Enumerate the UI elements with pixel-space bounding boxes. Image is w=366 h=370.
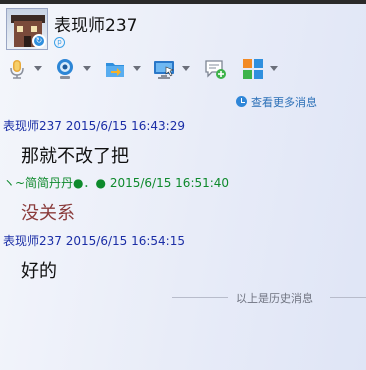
contact-name[interactable]: 表现师237 <box>54 11 137 36</box>
message-header: 表现师237 2015/6/15 16:54:15 <box>3 232 185 249</box>
message-timestamp: 2015/6/15 16:51:40 <box>109 176 230 190</box>
view-more-messages-link[interactable]: 查看更多消息 <box>236 94 317 110</box>
start-group-chat-button[interactable] <box>204 56 230 84</box>
message-sender[interactable]: 表现师237 <box>3 234 62 248</box>
send-file-button[interactable] <box>104 56 144 84</box>
chevron-down-icon <box>133 66 141 71</box>
screen-share-icon <box>154 61 174 79</box>
status-icon[interactable]: p <box>54 37 65 48</box>
voice-call-button[interactable] <box>6 56 44 84</box>
history-divider-label: 以上是历史消息 <box>236 292 313 305</box>
chevron-down-icon <box>34 66 42 71</box>
message-header: 表现师237 2015/6/15 16:43:29 <box>3 117 185 134</box>
webcam-icon <box>57 59 73 79</box>
video-call-button[interactable] <box>54 56 94 84</box>
divider-line <box>172 297 228 298</box>
screen-share-button[interactable] <box>153 56 193 84</box>
send-file-icon <box>106 63 124 77</box>
clock-icon <box>236 96 247 107</box>
message-text: 那就不改了把 <box>21 146 129 167</box>
message-timestamp: 2015/6/15 16:43:29 <box>65 119 185 133</box>
apps-grid-icon <box>243 59 263 79</box>
chat-add-icon <box>205 60 226 79</box>
message-text: 没关系 <box>21 203 75 224</box>
microphone-icon <box>10 60 24 79</box>
chevron-down-icon <box>182 66 190 71</box>
message-text: 好的 <box>21 261 57 282</box>
message-header: ヽ~简简丹丹●．● 2015/6/15 16:51:40 <box>3 174 229 191</box>
toolbar <box>0 56 366 84</box>
view-more-messages-label: 查看更多消息 <box>251 96 317 109</box>
online-badge-icon: ↻ <box>32 34 46 48</box>
message-timestamp: 2015/6/15 16:54:15 <box>65 234 185 248</box>
chevron-down-icon <box>270 66 278 71</box>
divider-line <box>330 297 366 298</box>
chat-header: ↻ 表现师237 p <box>0 4 366 54</box>
apps-button[interactable] <box>242 56 280 84</box>
chevron-down-icon <box>83 66 91 71</box>
message-sender[interactable]: 表现师237 <box>3 119 62 133</box>
message-sender[interactable]: ヽ~简简丹丹●．● <box>3 176 106 190</box>
